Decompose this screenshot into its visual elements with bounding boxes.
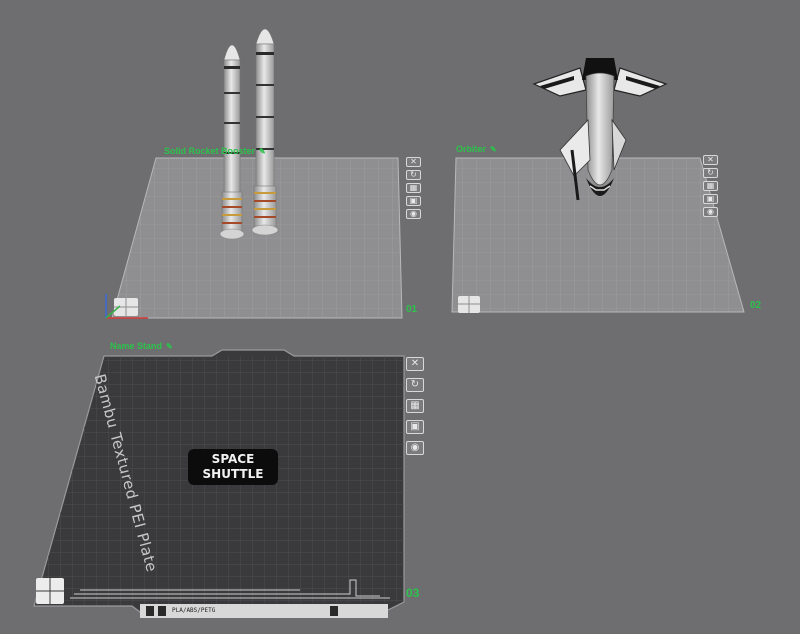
plate-02-name[interactable]: Orbiter ✎: [456, 144, 497, 154]
rotate-icon[interactable]: ↻: [703, 168, 718, 178]
eye-icon[interactable]: ◉: [406, 441, 424, 455]
stand-text-line2: SHUTTLE: [202, 467, 264, 481]
lock-icon[interactable]: ▣: [406, 420, 424, 434]
plate-01-name-text: Solid Rocket Booster: [164, 146, 256, 156]
plate-03-name[interactable]: Name Stand ✎: [110, 341, 173, 351]
booster-right: [251, 28, 279, 236]
plate-01-bed[interactable]: [105, 157, 403, 319]
edit-icon[interactable]: ✎: [259, 147, 266, 156]
close-icon[interactable]: ✕: [406, 157, 421, 167]
plate-01-toolbar: ✕ ↻ ▦ ▣ ◉: [406, 157, 421, 222]
close-icon[interactable]: ✕: [703, 155, 718, 165]
eye-icon[interactable]: ◉: [703, 207, 718, 217]
space-shuttle-name-stand[interactable]: SPACE SHUTTLE: [188, 449, 278, 485]
arrange-icon[interactable]: ▦: [406, 399, 424, 413]
filament-tag: PLA/ABS/PETG: [172, 607, 216, 614]
arrange-icon[interactable]: ▦: [703, 181, 718, 191]
plate-03-name-text: Name Stand: [110, 341, 163, 351]
plate-03-number: 03: [406, 586, 420, 600]
plate-01-number: 01: [406, 304, 418, 315]
lock-icon[interactable]: ▣: [703, 194, 718, 204]
edit-icon[interactable]: ✎: [490, 145, 497, 154]
plate-02-name-text: Orbiter: [456, 144, 487, 154]
rotate-icon[interactable]: ↻: [406, 170, 421, 180]
close-icon[interactable]: ✕: [406, 357, 424, 371]
arrange-icon[interactable]: ▦: [406, 183, 421, 193]
eye-icon[interactable]: ◉: [406, 209, 421, 219]
plate-01-name[interactable]: Solid Rocket Booster ✎: [164, 146, 266, 156]
plate-03-toolbar: ✕ ↻ ▦ ▣ ◉: [406, 357, 424, 462]
booster-left: [219, 44, 245, 240]
edit-icon[interactable]: ✎: [166, 342, 173, 351]
lock-icon[interactable]: ▣: [406, 196, 421, 206]
plate-02-toolbar: ✕ ↻ ▦ ▣ ◉: [703, 155, 718, 220]
viewport-3d[interactable]: [0, 0, 800, 634]
rotate-icon[interactable]: ↻: [406, 378, 424, 392]
stand-text-line1: SPACE: [211, 452, 255, 466]
plate-02-number: 02: [750, 300, 762, 311]
